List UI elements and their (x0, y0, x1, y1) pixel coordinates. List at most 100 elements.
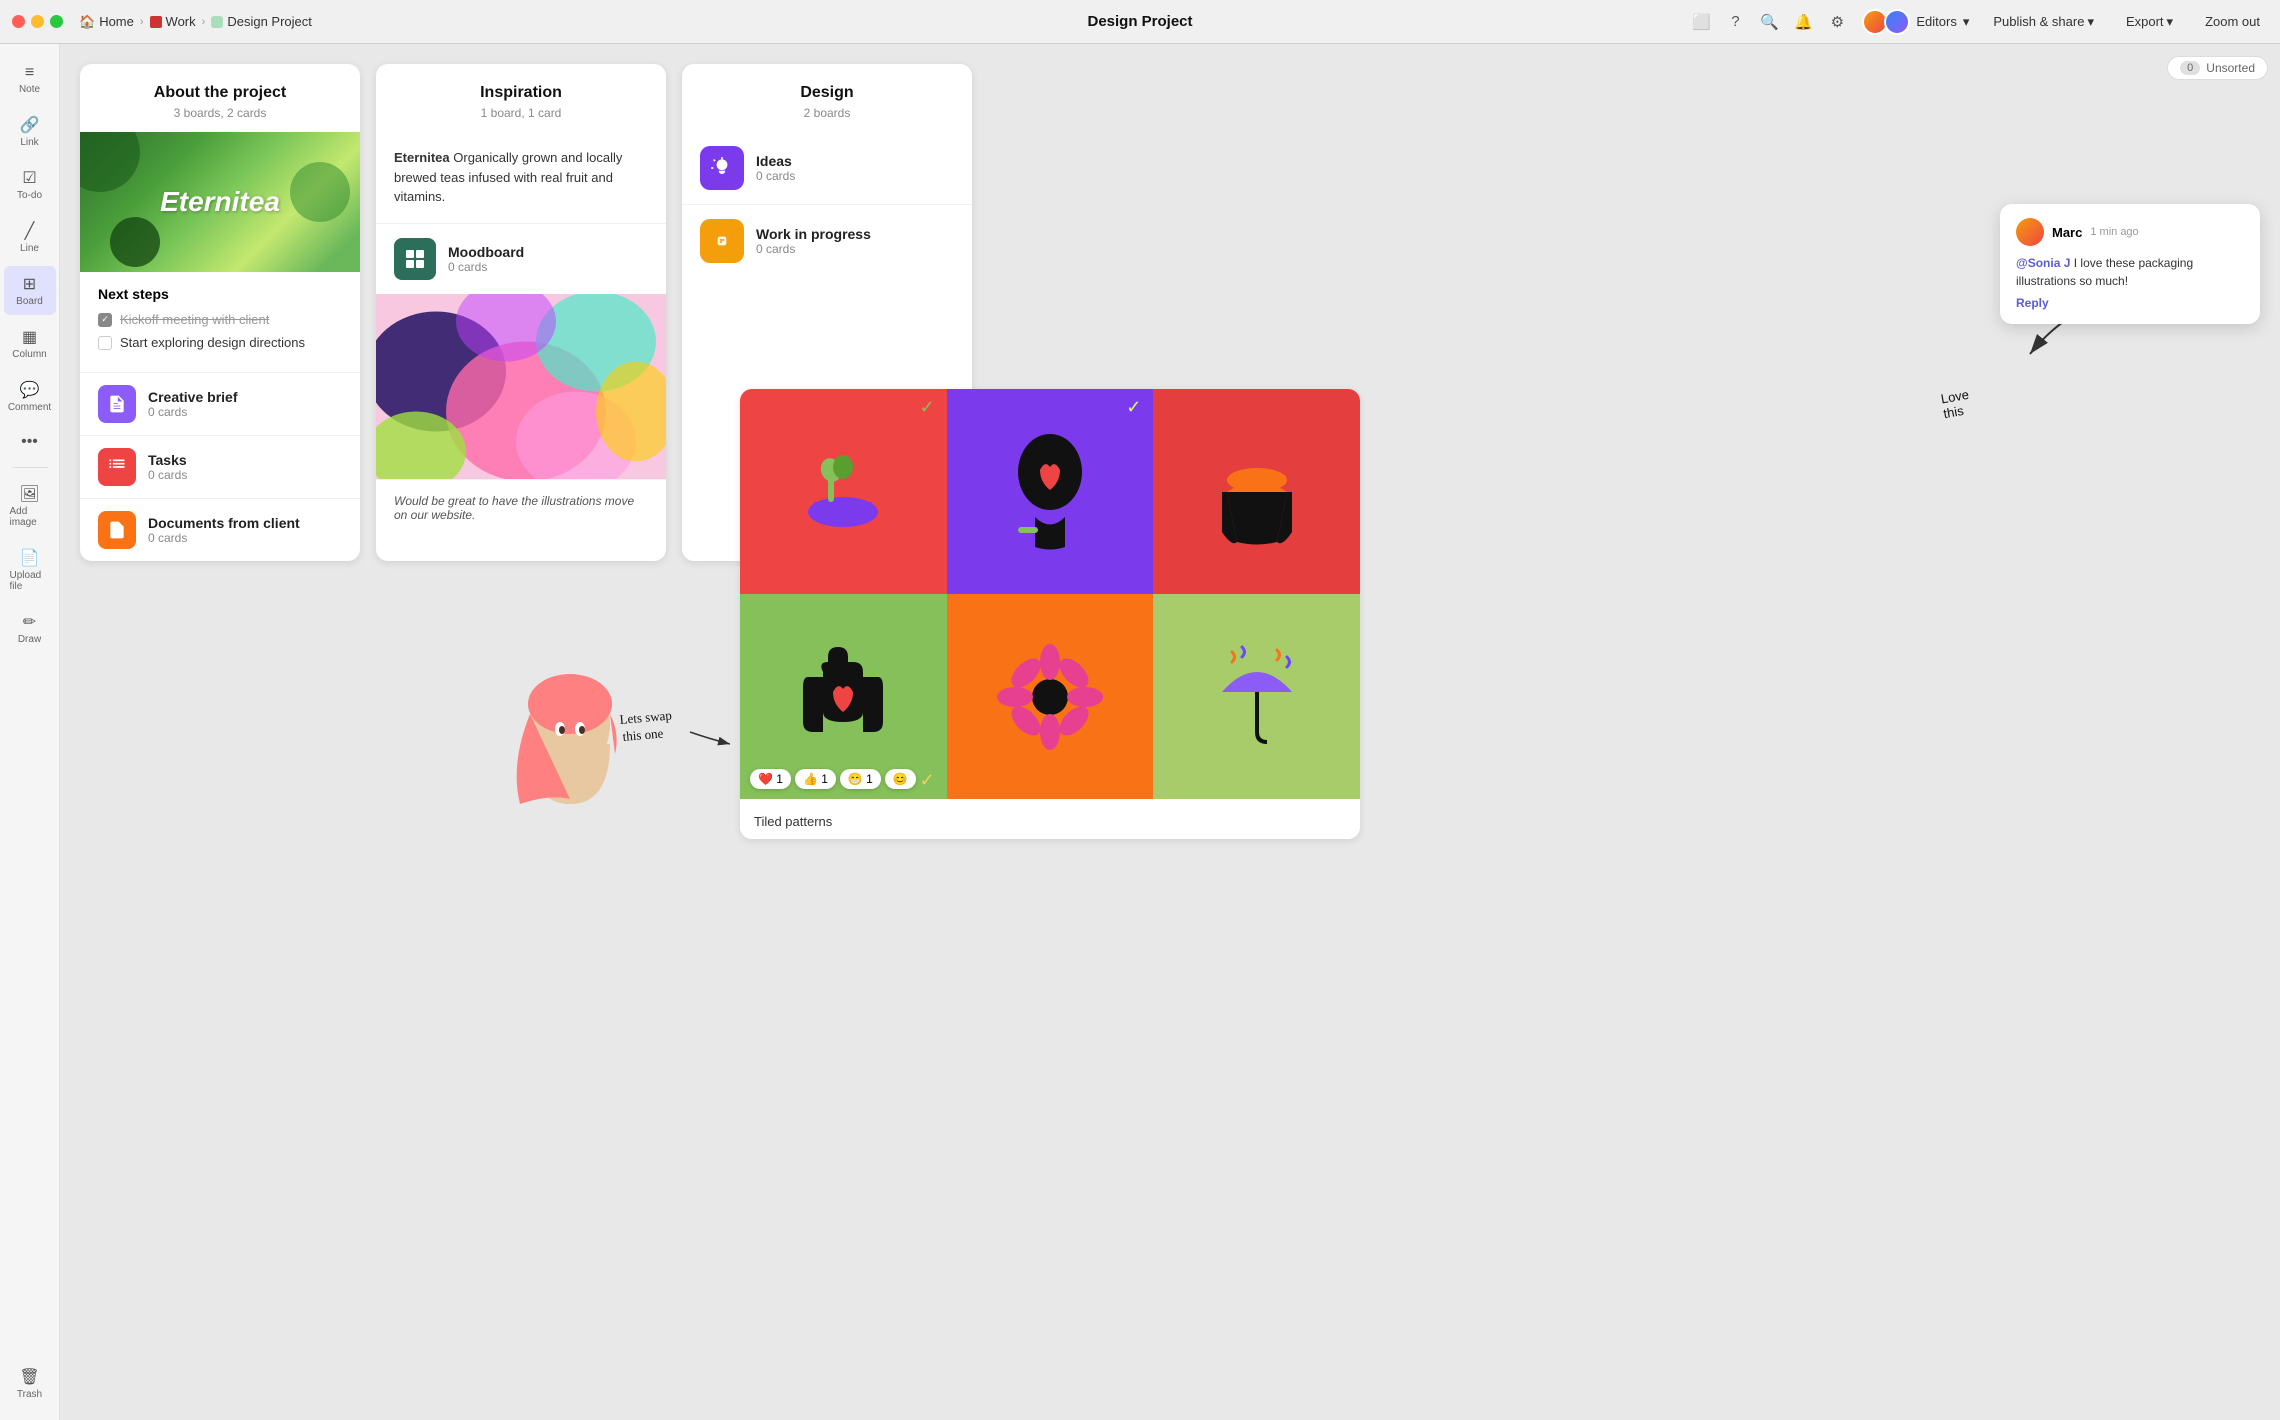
about-card: About the project 3 boards, 2 cards Eter… (80, 64, 360, 561)
breadcrumb-dp-label: Design Project (227, 14, 312, 29)
help-icon[interactable]: ? (1726, 13, 1744, 31)
inspiration-card-subtitle: 1 board, 1 card (396, 106, 646, 120)
sidebar-item-link[interactable]: 🔗 Link (4, 107, 56, 156)
settings-icon[interactable]: ⚙ (1828, 13, 1846, 31)
breadcrumb: 🏠 Home › Work › Design Project (79, 14, 312, 30)
tasks-cards: 0 cards (148, 468, 187, 482)
character-illustration-area: Lets swap this one (490, 644, 730, 834)
reaction-emoji[interactable]: 😊 (885, 769, 916, 789)
tiled-patterns-label: Tiled patterns (740, 804, 1360, 839)
ideas-icon (700, 146, 744, 190)
sidebar: ≡ Note 🔗 Link ☑ To-do ╱ Line ⊞ Board ▦ C… (0, 44, 60, 1420)
monitor-icon[interactable]: ⬜ (1692, 13, 1710, 31)
minimize-button[interactable] (31, 15, 44, 28)
export-button[interactable]: Export ▾ (2118, 10, 2181, 34)
wip-name: Work in progress (756, 226, 871, 242)
breadcrumb-home[interactable]: 🏠 Home (79, 14, 134, 30)
creative-brief-item[interactable]: Creative brief 0 cards (80, 372, 360, 435)
reaction-smile[interactable]: 😁 1 (840, 769, 881, 789)
documents-item[interactable]: Documents from client 0 cards (80, 498, 360, 561)
wip-item[interactable]: Work in progress 0 cards (682, 204, 972, 277)
app-body: ≡ Note 🔗 Link ☑ To-do ╱ Line ⊞ Board ▦ C… (0, 44, 2280, 1420)
tasks-item[interactable]: Tasks 0 cards (80, 435, 360, 498)
publish-share-button[interactable]: Publish & share ▾ (1985, 10, 2102, 34)
comment-author-name: Marc (2052, 225, 2082, 240)
eternitea-image: Eternitea (80, 132, 360, 272)
tasks-name: Tasks (148, 452, 187, 468)
tile-hand-bowl (1153, 389, 1360, 594)
avatar-2 (1884, 9, 1910, 35)
line-draw-icon: ╱ (25, 221, 35, 241)
comment-icon: 💬 (20, 380, 40, 400)
checklist-label-2: Start exploring design directions (120, 335, 305, 350)
sidebar-item-draw[interactable]: ✏ Draw (4, 604, 56, 653)
sidebar-item-line[interactable]: ╱ Line (4, 213, 56, 262)
comment-author-avatar (2016, 218, 2044, 246)
sidebar-item-board[interactable]: ⊞ Board (4, 266, 56, 315)
sidebar-label-link: Link (20, 137, 38, 148)
comment-time: 1 min ago (2090, 226, 2138, 238)
zoom-out-button[interactable]: Zoom out (2197, 10, 2268, 33)
trash-icon: 🗑 (19, 1367, 39, 1387)
sidebar-item-trash[interactable]: 🗑 Trash (4, 1359, 56, 1408)
comment-text: @Sonia J I love these packaging illustra… (2016, 254, 2244, 290)
comment-bubble: Marc 1 min ago @Sonia J I love these pac… (2000, 204, 2260, 324)
search-icon[interactable]: 🔍 (1760, 13, 1778, 31)
brand-name: Eternitea (394, 150, 450, 165)
checkbox-2[interactable] (98, 336, 112, 350)
creative-brief-icon (98, 385, 136, 423)
sidebar-item-add-image[interactable]: 🖼 Add image (4, 476, 56, 536)
sidebar-item-upload[interactable]: 📄 Upload file (4, 540, 56, 600)
breadcrumb-dp[interactable]: Design Project (211, 14, 312, 29)
sidebar-item-comment[interactable]: 💬 Comment (4, 372, 56, 421)
about-card-title: About the project (100, 84, 340, 102)
eternitea-logo-text: Eternitea (160, 186, 280, 218)
svg-text:Lets swap: Lets swap (619, 707, 672, 727)
sidebar-label-trash: Trash (17, 1389, 42, 1400)
bell-icon[interactable]: 🔔 (1794, 13, 1812, 31)
editors-button[interactable]: Editors ▾ (1862, 9, 1969, 35)
love-this-annotation: Lovethis (1939, 387, 1972, 421)
wip-info: Work in progress 0 cards (756, 226, 871, 256)
sidebar-item-column[interactable]: ▦ Column (4, 319, 56, 368)
sidebar-item-todo[interactable]: ☑ To-do (4, 160, 56, 209)
sidebar-label-todo: To-do (17, 190, 42, 201)
unsorted-label: Unsorted (2206, 61, 2255, 75)
creative-brief-cards: 0 cards (148, 405, 237, 419)
ideas-item[interactable]: Ideas 0 cards (682, 132, 972, 204)
editors-label: Editors (1916, 14, 1956, 29)
documents-name: Documents from client (148, 515, 300, 531)
upload-icon: 📄 (20, 548, 40, 568)
breadcrumb-work[interactable]: Work (150, 14, 196, 29)
sidebar-label-column: Column (12, 349, 46, 360)
wip-icon (700, 219, 744, 263)
tasks-info: Tasks 0 cards (148, 452, 187, 482)
breadcrumb-sep-2: › (202, 16, 206, 28)
sidebar-label-upload: Upload file (10, 570, 50, 592)
title-bar: 🏠 Home › Work › Design Project Design Pr… (0, 0, 2280, 44)
add-image-icon: 🖼 (19, 484, 39, 504)
tiled-patterns-container: ✓ ✓ (740, 389, 1360, 839)
maximize-button[interactable] (50, 15, 63, 28)
next-steps-title: Next steps (98, 286, 342, 302)
reaction-heart[interactable]: ❤️ 1 (750, 769, 791, 789)
traffic-lights (12, 15, 63, 28)
inspiration-comment-text: Would be great to have the illustrations… (394, 494, 634, 522)
more-icon: ••• (21, 433, 38, 451)
inspiration-comment: Would be great to have the illustrations… (376, 479, 666, 536)
wip-cards: 0 cards (756, 242, 871, 256)
inspiration-text-block: Eternitea Organically grown and locally … (376, 132, 666, 224)
sidebar-label-draw: Draw (18, 634, 41, 645)
checkbox-1[interactable] (98, 313, 112, 327)
unsorted-badge[interactable]: 0 Unsorted (2167, 56, 2268, 80)
link-icon: 🔗 (20, 115, 40, 135)
sidebar-label-note: Note (19, 84, 40, 95)
close-button[interactable] (12, 15, 25, 28)
sidebar-item-more[interactable]: ••• (4, 425, 56, 459)
comment-reply-button[interactable]: Reply (2016, 296, 2244, 310)
tasks-icon (98, 448, 136, 486)
moodboard-item[interactable]: Moodboard 0 cards (376, 224, 666, 294)
export-label: Export (2126, 14, 2164, 29)
reaction-thumbs[interactable]: 👍 1 (795, 769, 836, 789)
sidebar-item-note[interactable]: ≡ Note (4, 56, 56, 103)
